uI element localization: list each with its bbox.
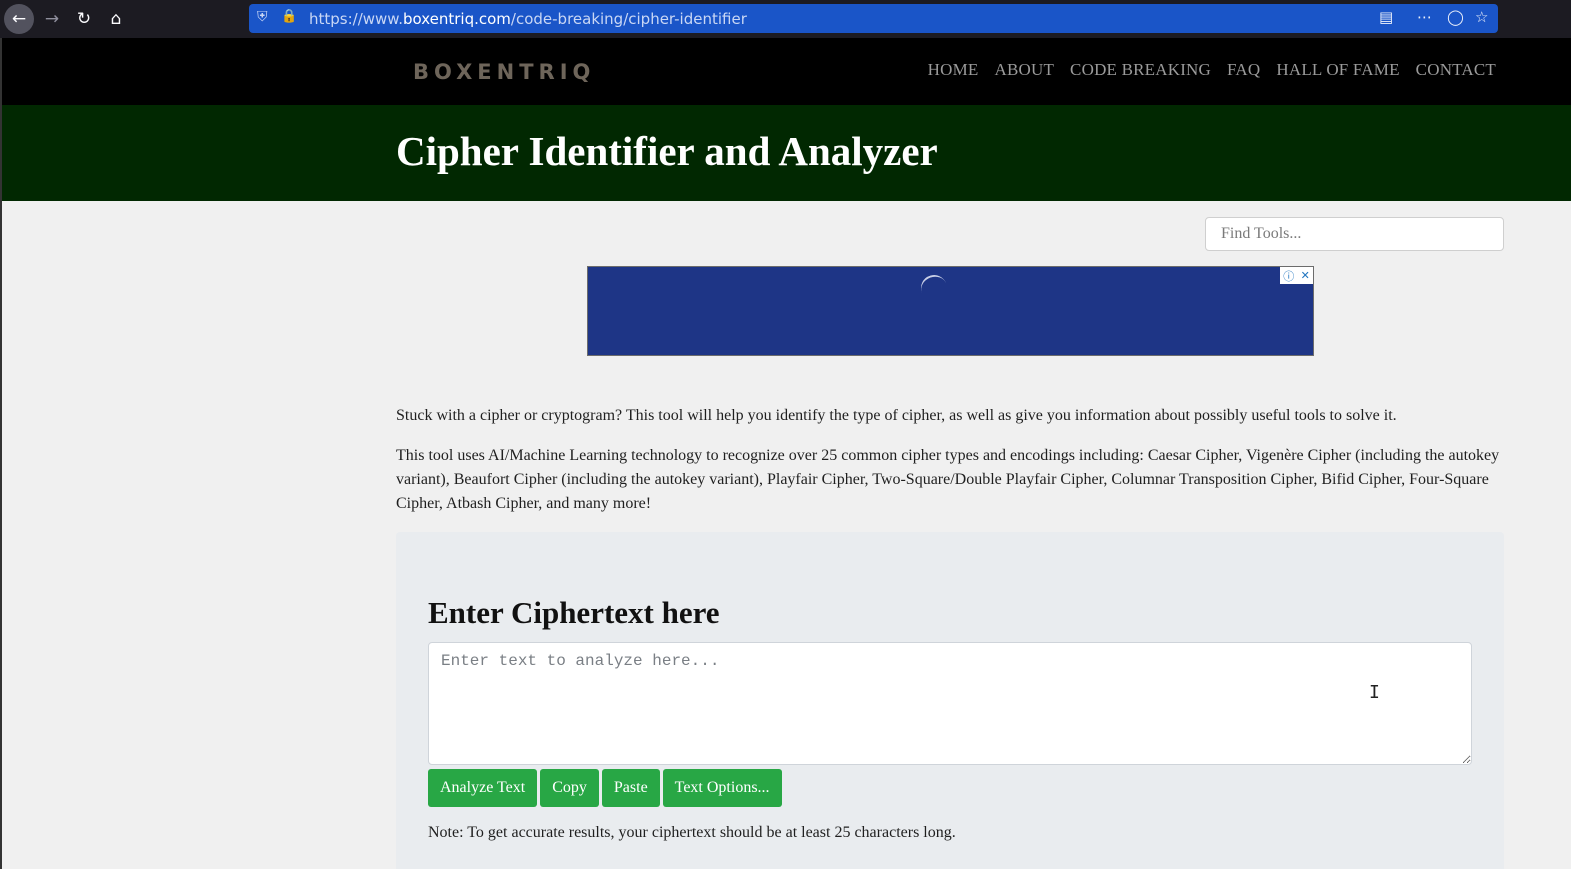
lock-icon[interactable]: 🔒 <box>281 9 297 24</box>
reader-view-icon[interactable]: ▤ <box>1379 8 1393 26</box>
close-icon[interactable]: ✕ <box>1301 269 1310 282</box>
site-header: BOXENTRIQ HOME ABOUT CODE BREAKING FAQ H… <box>2 38 1571 105</box>
browser-toolbar: ← → ↻ ⌂ ⛨ 🔒 https://www.boxentriq.com/co… <box>0 0 1571 38</box>
length-note: Note: To get accurate results, your ciph… <box>428 824 956 841</box>
home-icon[interactable]: ⌂ <box>101 4 131 34</box>
shield-icon[interactable]: ⛨ <box>257 9 268 25</box>
site-logo[interactable]: BOXENTRIQ <box>413 60 595 84</box>
intro-paragraph: Stuck with a cipher or cryptogram? This … <box>396 407 1397 424</box>
analyze-text-button[interactable]: Analyze Text <box>428 769 538 807</box>
title-banner: Cipher Identifier and Analyzer <box>2 105 1571 201</box>
copy-button[interactable]: Copy <box>540 769 599 807</box>
reload-icon[interactable]: ↻ <box>69 4 99 34</box>
analyzer-buttons: Analyze Text Copy Paste Text Options... <box>428 769 782 807</box>
bookmark-star-icon[interactable]: ☆ <box>1475 8 1488 26</box>
info-icon[interactable]: ⓘ <box>1283 268 1294 284</box>
back-arrow-icon[interactable]: ← <box>4 4 34 34</box>
address-bar[interactable]: ⛨ 🔒 https://www.boxentriq.com/code-break… <box>249 4 1498 33</box>
nav-contact[interactable]: CONTACT <box>1416 60 1496 80</box>
ad-choices[interactable]: ⓘ ✕ <box>1280 267 1313 284</box>
paste-button[interactable]: Paste <box>601 769 660 807</box>
ciphertext-heading: Enter Ciphertext here <box>428 595 720 630</box>
page-title: Cipher Identifier and Analyzer <box>396 128 938 174</box>
text-options-button[interactable]: Text Options... <box>662 769 782 807</box>
nav-code-breaking[interactable]: CODE BREAKING <box>1070 60 1211 80</box>
nav-about[interactable]: ABOUT <box>994 60 1054 80</box>
nav-hall-of-fame[interactable]: HALL OF FAME <box>1276 60 1399 80</box>
loading-spinner-icon <box>917 271 951 305</box>
main-nav: HOME ABOUT CODE BREAKING FAQ HALL OF FAM… <box>928 60 1496 80</box>
nav-home[interactable]: HOME <box>928 60 979 80</box>
url-text[interactable]: https://www.boxentriq.com/code-breaking/… <box>309 10 747 28</box>
advertisement[interactable]: ⓘ ✕ <box>587 266 1314 356</box>
description-paragraph: This tool uses AI/Machine Learning techn… <box>396 447 1500 512</box>
text-cursor-icon: I <box>1369 682 1380 703</box>
more-icon[interactable]: ⋯ <box>1417 8 1432 26</box>
forward-arrow-icon[interactable]: → <box>37 4 67 34</box>
find-tools-input[interactable] <box>1205 217 1504 251</box>
nav-faq[interactable]: FAQ <box>1227 60 1260 80</box>
ciphertext-input[interactable] <box>428 642 1472 765</box>
pocket-icon[interactable]: ◯ <box>1447 8 1464 26</box>
analyzer-panel: Enter Ciphertext here I Analyze Text Cop… <box>396 532 1504 869</box>
